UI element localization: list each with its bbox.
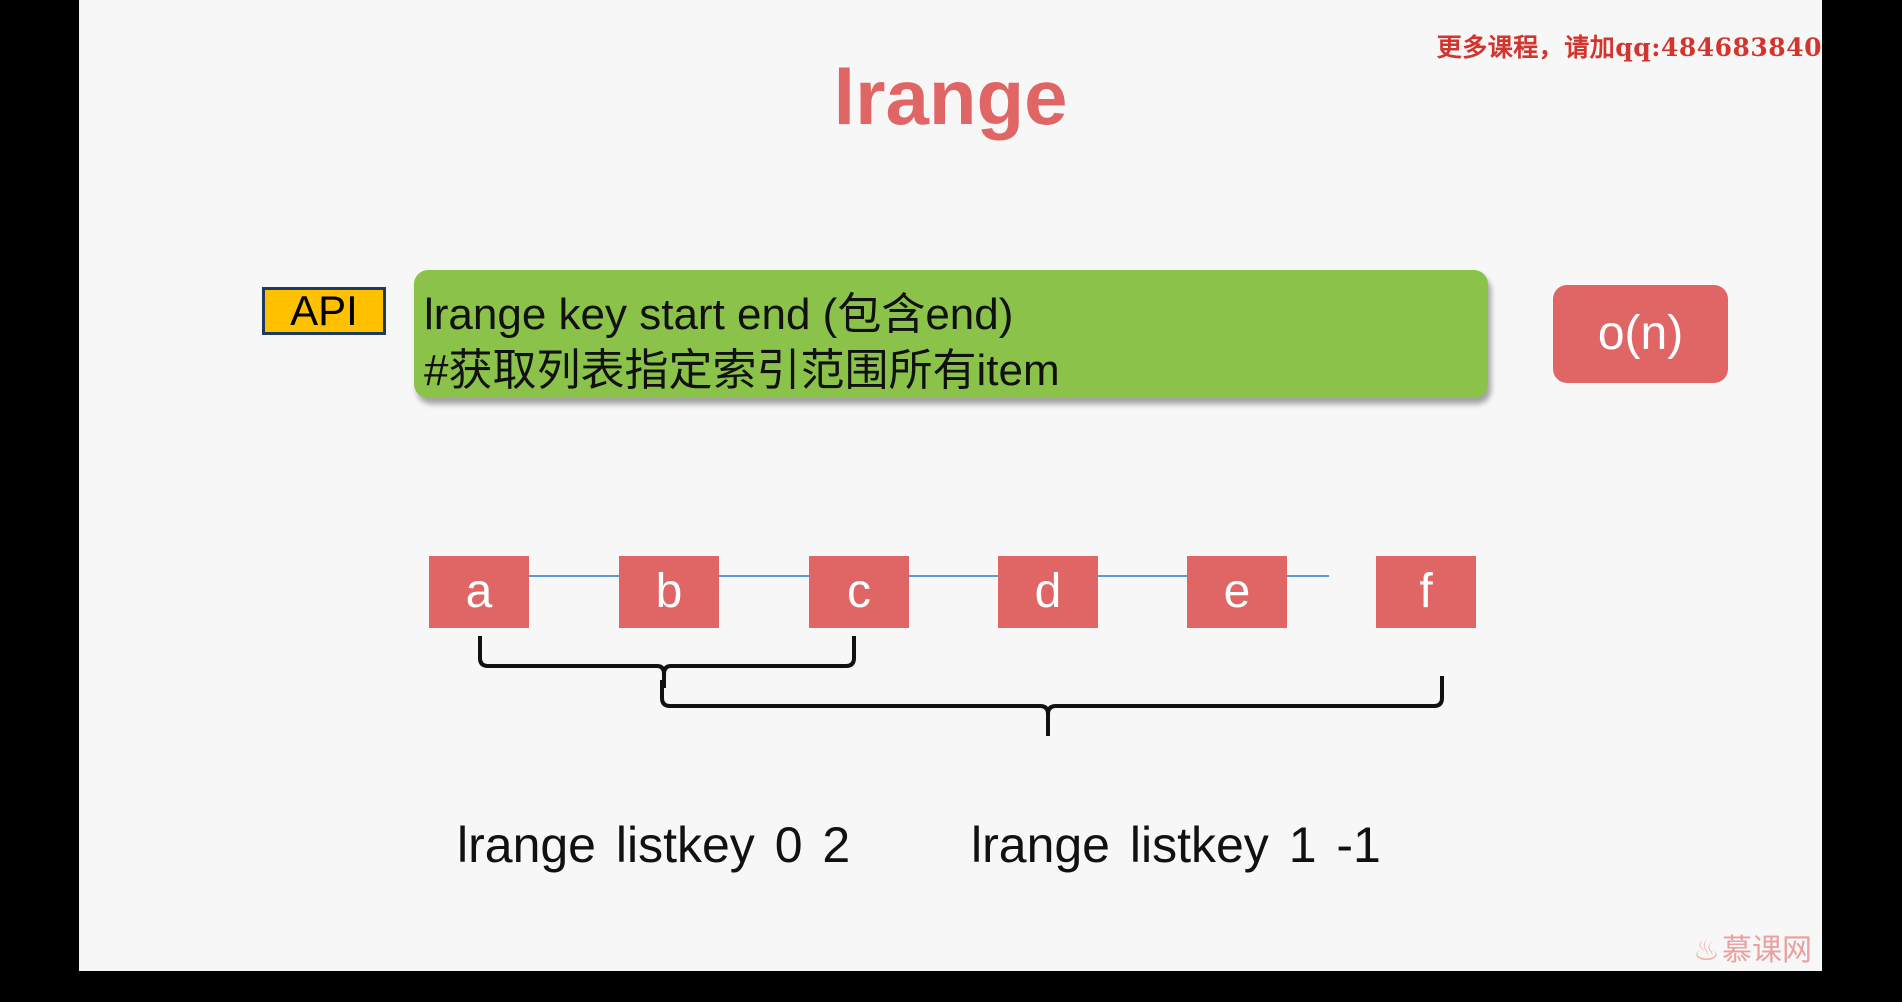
example-command-0-2: lrange listkey 0 2 xyxy=(457,817,851,873)
complexity-badge: o(n) xyxy=(1553,285,1728,383)
api-badge: API xyxy=(262,287,386,335)
api-description-box: lrange key start end (包含end) #获取列表指定索引范围… xyxy=(414,270,1488,398)
list-item-f: f xyxy=(1376,556,1476,628)
imooc-logo: ♨慕课网 xyxy=(1693,925,1812,969)
list-item-c: c xyxy=(809,556,909,628)
slide: 更多课程，请加qq:484683840 lrange API lrange ke… xyxy=(79,0,1822,971)
slide-title: lrange xyxy=(833,53,1068,141)
list-item-d: d xyxy=(998,556,1098,628)
list-item-e: e xyxy=(1187,556,1287,628)
logo-text: 慕课网 xyxy=(1722,934,1812,967)
example-command-1-neg1: lrange listkey 1 -1 xyxy=(971,817,1381,873)
api-comment: #获取列表指定索引范围所有item xyxy=(424,346,1060,395)
flame-icon: ♨ xyxy=(1693,934,1720,967)
range-brace-0-2 xyxy=(478,636,856,688)
list-item-b: b xyxy=(619,556,719,628)
list-connectors xyxy=(429,575,1444,736)
range-brace-1-neg1 xyxy=(660,676,1444,736)
list-diagram: a b c d e f xyxy=(79,540,1822,760)
list-item-a: a xyxy=(429,556,529,628)
api-syntax: lrange key start end (包含end) xyxy=(424,290,1014,339)
